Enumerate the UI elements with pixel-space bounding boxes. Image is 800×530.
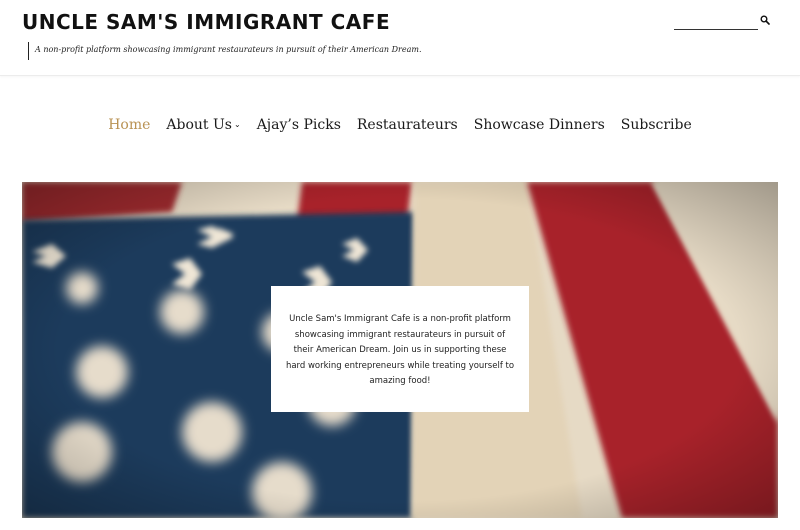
hero-text-card: Uncle Sam's Immigrant Cafe is a non-prof… <box>271 286 529 412</box>
search-form <box>674 12 770 30</box>
nav-item-label: About Us <box>166 117 232 133</box>
search-icon[interactable] <box>760 15 770 25</box>
hero-description: Uncle Sam's Immigrant Cafe is a non-prof… <box>285 314 515 386</box>
main-navigation: Home About Us ⌄ Ajay’s Picks Restaurateur… <box>0 113 800 137</box>
nav-item-home[interactable]: Home <box>108 113 150 137</box>
site-title[interactable]: UNCLE SAM'S IMMIGRANT CAFE <box>22 10 390 34</box>
chevron-down-icon: ⌄ <box>233 120 241 129</box>
hero-banner: Uncle Sam's Immigrant Cafe is a non-prof… <box>22 182 778 518</box>
nav-item-showcase-dinners[interactable]: Showcase Dinners <box>474 113 605 137</box>
search-input[interactable] <box>674 12 758 30</box>
site-header: UNCLE SAM'S IMMIGRANT CAFE A non-profit … <box>0 0 800 76</box>
nav-item-subscribe[interactable]: Subscribe <box>621 113 692 137</box>
nav-item-restaurateurs[interactable]: Restaurateurs <box>357 113 458 137</box>
nav-item-ajays-picks[interactable]: Ajay’s Picks <box>257 113 341 137</box>
site-tagline: A non-profit platform showcasing immigra… <box>35 45 422 54</box>
tagline-container: A non-profit platform showcasing immigra… <box>28 42 422 60</box>
nav-item-about-us[interactable]: About Us ⌄ <box>166 113 240 137</box>
